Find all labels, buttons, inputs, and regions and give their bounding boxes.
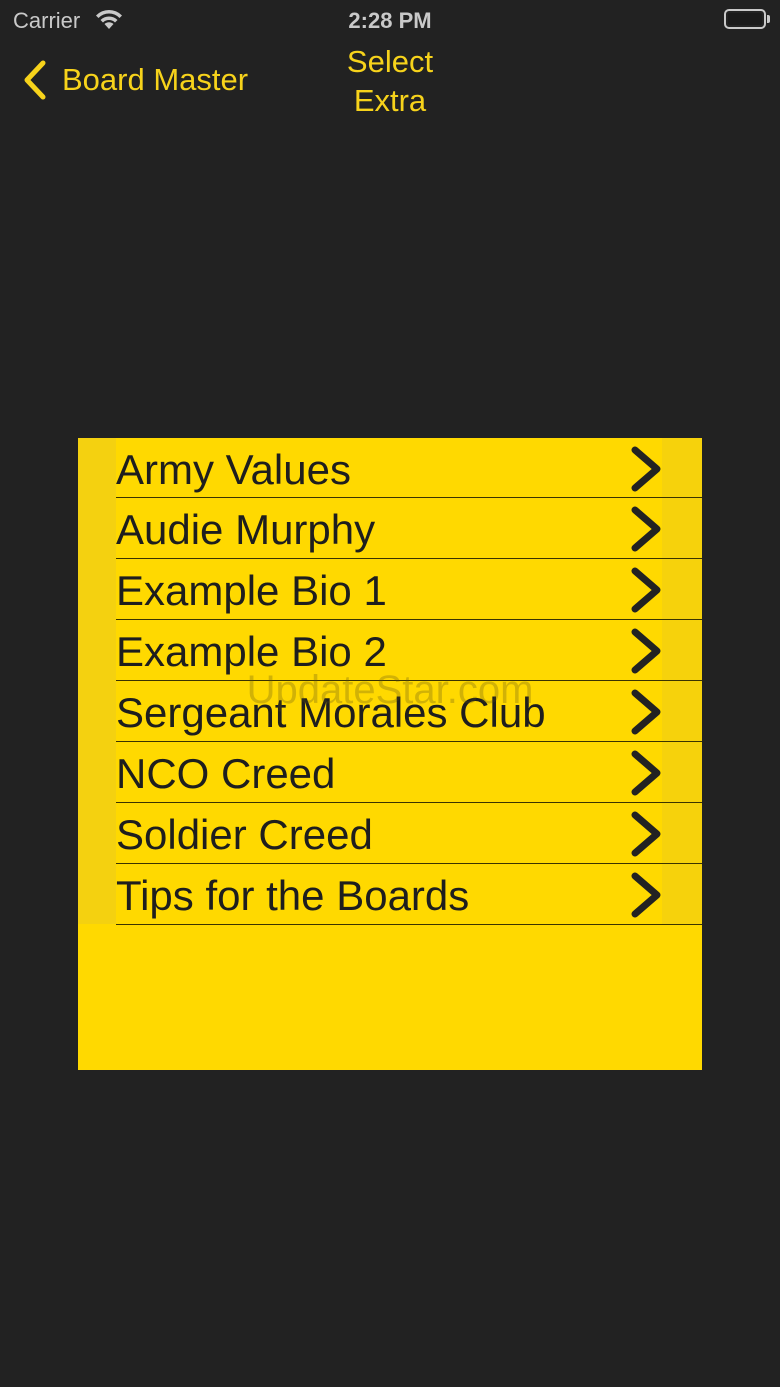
chevron-right-icon <box>631 567 661 613</box>
chevron-right-icon <box>631 811 661 857</box>
list-item-label: Audie Murphy <box>116 506 376 553</box>
back-button[interactable]: Board Master <box>22 58 248 102</box>
chevron-left-icon <box>24 60 46 100</box>
list-item-label: Soldier Creed <box>116 811 373 858</box>
panel-shade-left <box>78 438 116 924</box>
list-item-nco-creed[interactable]: NCO Creed <box>116 742 702 803</box>
list-item-label: Sergeant Morales Club <box>116 689 546 736</box>
battery-nub <box>767 15 770 23</box>
list-item-label: NCO Creed <box>116 750 336 797</box>
list-item-army-values[interactable]: Army Values <box>116 438 702 498</box>
list-item-tips-for-the-boards[interactable]: Tips for the Boards <box>116 864 702 925</box>
list-item-audie-murphy[interactable]: Audie Murphy <box>116 498 702 559</box>
chevron-right-icon <box>631 446 661 492</box>
list-item-label: Tips for the Boards <box>116 872 470 919</box>
status-time: 2:28 PM <box>348 8 432 33</box>
chevron-right-icon <box>631 750 661 796</box>
status-bar: Carrier 2:28 PM <box>0 0 780 40</box>
battery-icon <box>724 9 766 29</box>
list-item-example-bio-1[interactable]: Example Bio 1 <box>116 559 702 620</box>
chevron-right-icon <box>631 506 661 552</box>
screen: Carrier 2:28 PM Board Master Select Extr… <box>0 0 780 1387</box>
page-title-line-2: Extra <box>353 83 427 118</box>
chevron-right-icon <box>631 872 661 918</box>
list-item-sergeant-morales-club[interactable]: Sergeant Morales Club <box>116 681 702 742</box>
list-item-soldier-creed[interactable]: Soldier Creed <box>116 803 702 864</box>
list-item-label: Example Bio 1 <box>116 567 387 614</box>
page-title: Select Extra <box>290 42 490 120</box>
extras-panel: Army Values Audie Murphy Example Bio 1 E… <box>78 438 702 1070</box>
list-item-label: Example Bio 2 <box>116 628 387 675</box>
chevron-right-icon <box>631 628 661 674</box>
page-title-line-1: Select <box>346 44 434 79</box>
list-item-label: Army Values <box>116 446 351 493</box>
chevron-right-icon <box>631 689 661 735</box>
back-button-label: Board Master <box>62 62 249 97</box>
extras-list: Army Values Audie Murphy Example Bio 1 E… <box>116 438 702 925</box>
list-item-example-bio-2[interactable]: Example Bio 2 <box>116 620 702 681</box>
